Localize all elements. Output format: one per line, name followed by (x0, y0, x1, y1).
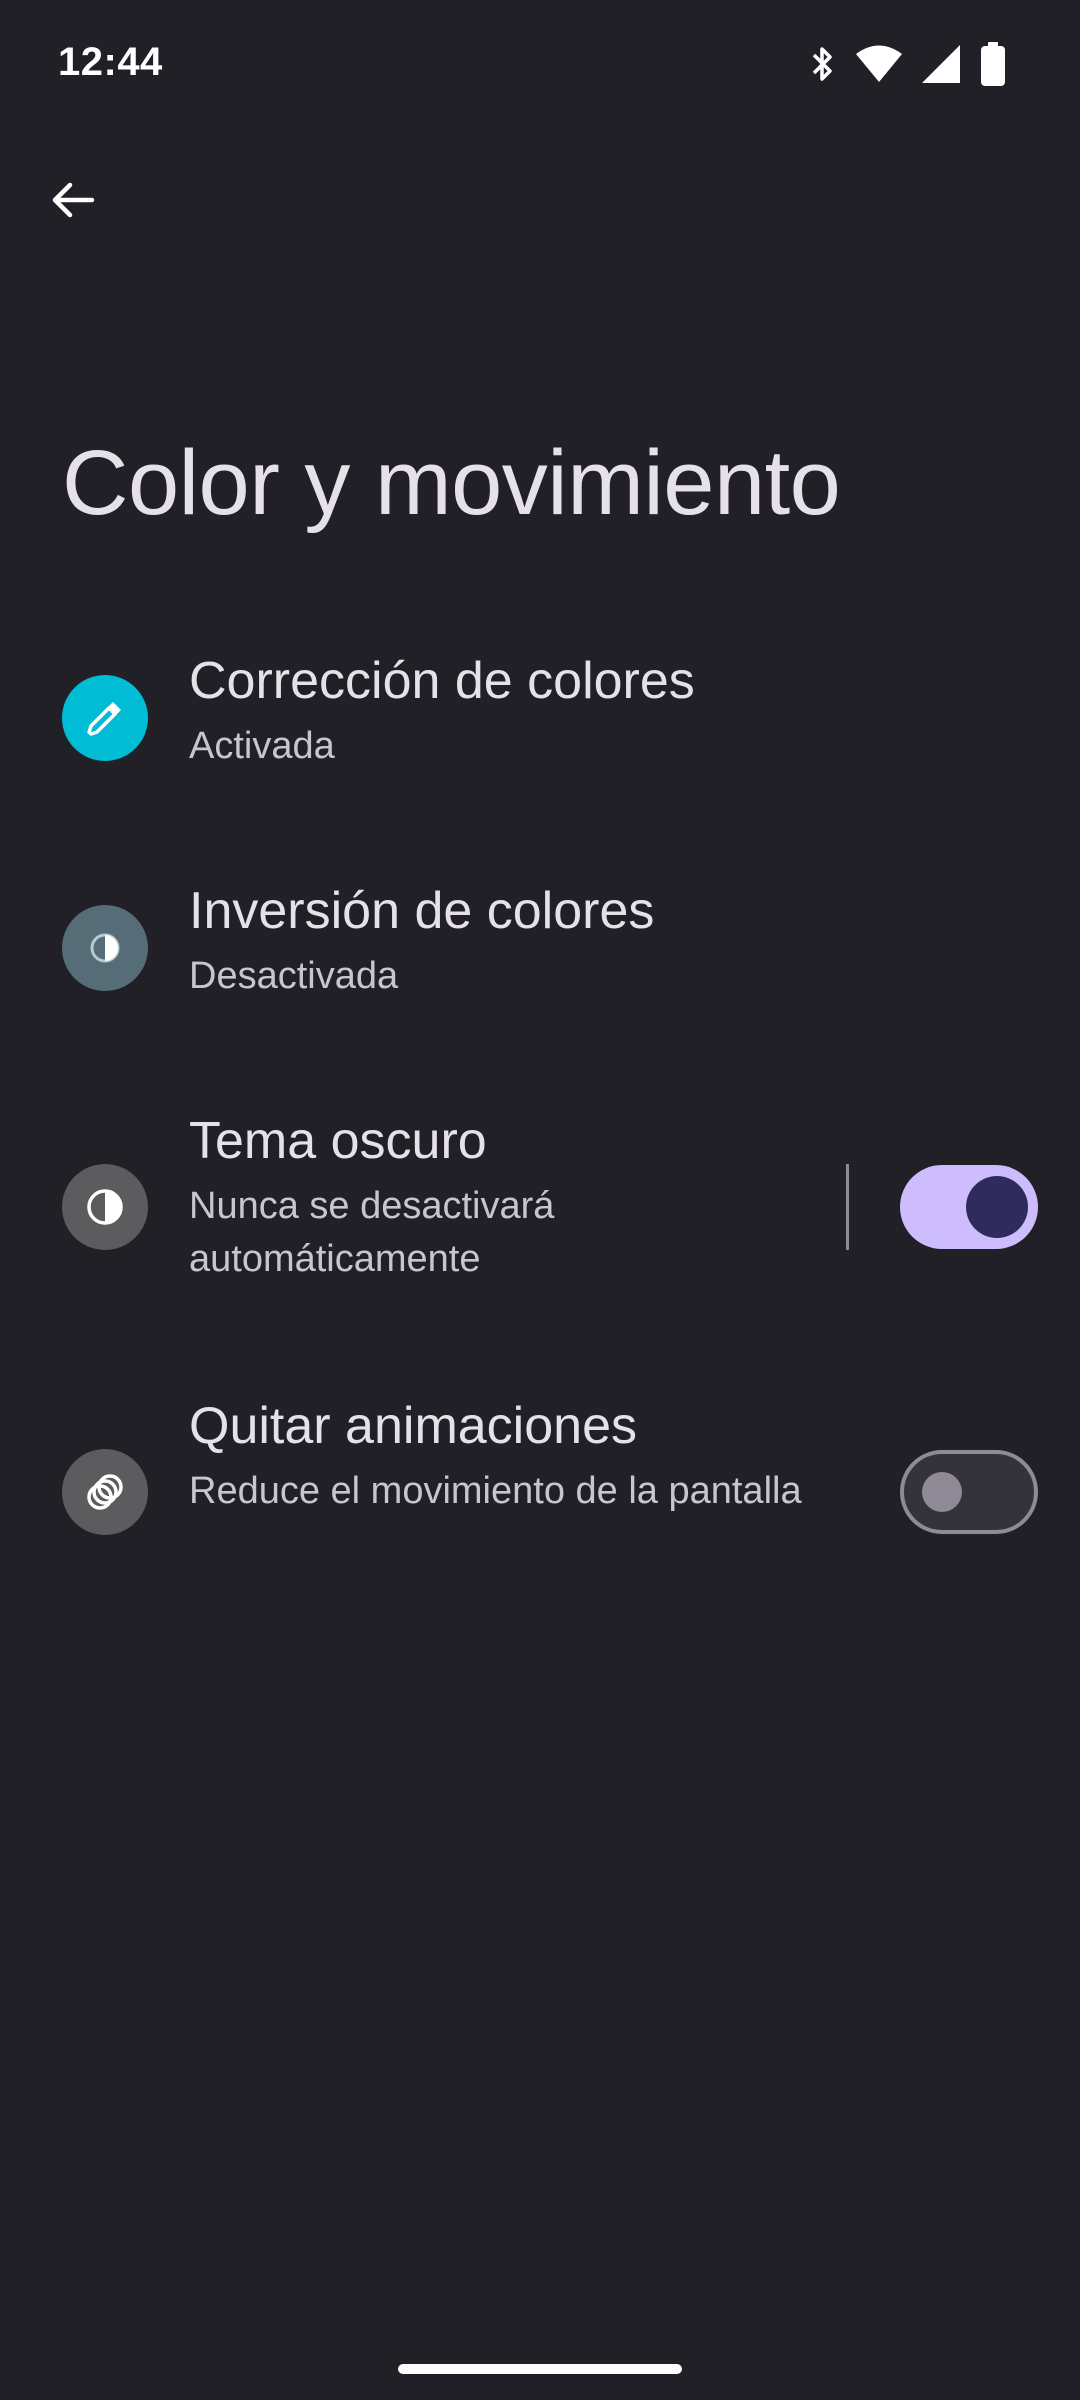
setting-summary: Nunca se desactivará automáticamente (189, 1185, 555, 1280)
setting-summary: Activada (189, 725, 335, 767)
remove-animations-switch[interactable] (900, 1450, 1038, 1534)
bluetooth-icon (810, 44, 836, 84)
switch-divider (846, 1164, 849, 1250)
switch-thumb (922, 1472, 962, 1512)
status-icons (810, 42, 1006, 86)
status-bar: 12:44 (0, 0, 1080, 132)
switch-thumb (966, 1176, 1028, 1238)
gesture-handle[interactable] (398, 2364, 682, 2374)
dark-theme-icon (62, 1164, 148, 1250)
setting-title: Quitar animaciones (189, 1397, 637, 1455)
setting-color-correction[interactable]: Corrección de colores Activada (0, 630, 1080, 840)
setting-remove-animations[interactable]: Quitar animaciones Reduce el movimiento … (0, 1375, 1080, 1635)
cell-signal-icon (922, 45, 960, 83)
setting-summary: Desactivada (189, 955, 399, 997)
dark-theme-switch[interactable] (900, 1165, 1038, 1249)
eyedropper-icon (62, 675, 148, 761)
setting-title: Corrección de colores (189, 652, 695, 710)
setting-color-inversion[interactable]: Inversión de colores Desactivada (0, 860, 1080, 1070)
battery-icon (980, 42, 1006, 86)
back-button[interactable] (36, 166, 108, 238)
setting-title: Tema oscuro (189, 1112, 487, 1170)
status-time: 12:44 (58, 40, 163, 84)
color-inversion-icon (62, 905, 148, 991)
wifi-icon (856, 45, 902, 83)
setting-summary: Reduce el movimiento de la pantalla (189, 1470, 802, 1512)
setting-title: Inversión de colores (189, 882, 655, 940)
setting-dark-theme[interactable]: Tema oscuro Nunca se desactivará automát… (0, 1090, 1080, 1350)
page-title: Color y movimiento (62, 432, 841, 534)
animations-icon (62, 1449, 148, 1535)
arrow-back-icon (48, 176, 96, 229)
